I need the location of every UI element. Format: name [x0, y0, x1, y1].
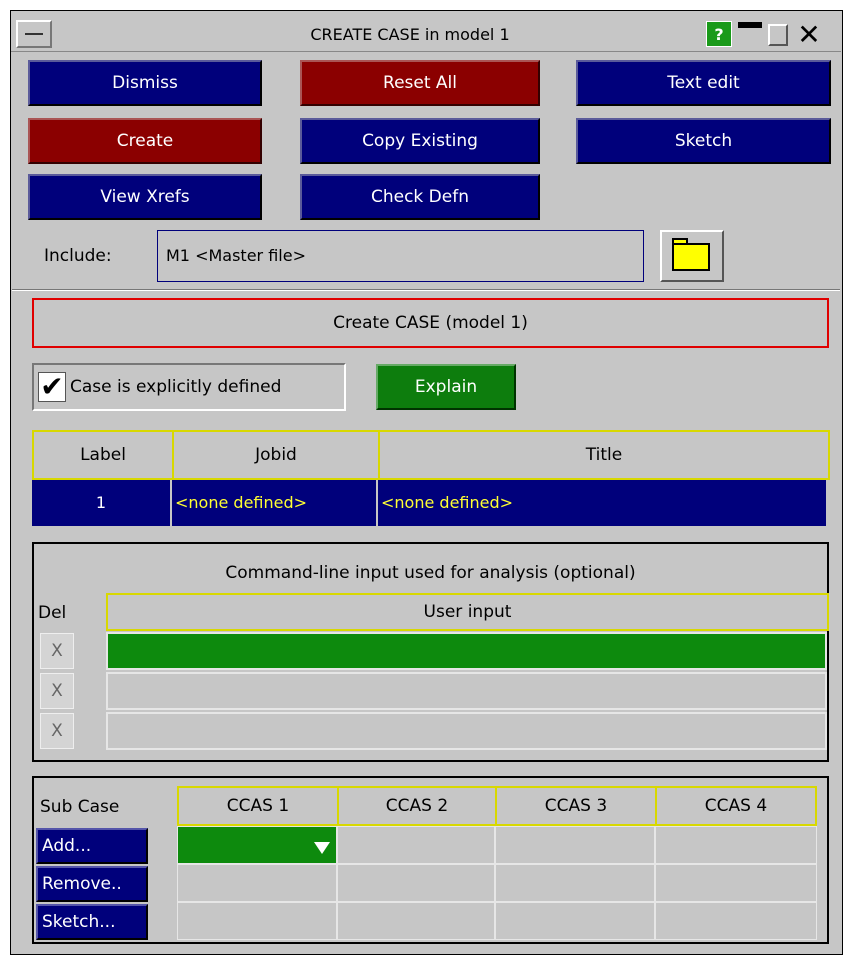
command-line-title: Command-line input used for analysis (op… [225, 563, 636, 583]
maximize-icon[interactable] [768, 24, 788, 46]
ccas-3-header: CCAS 3 [495, 786, 655, 826]
text-edit-button[interactable]: Text edit [576, 60, 831, 106]
include-field[interactable]: M1 <Master file> [157, 230, 644, 282]
jobid-column-header: Jobid [172, 430, 378, 480]
user-input-header: User input [106, 593, 829, 631]
ccas-2-cell-row-1[interactable] [337, 826, 495, 864]
dropdown-arrow-icon[interactable] [314, 842, 330, 854]
ccas-3-cell-row-1[interactable] [495, 826, 655, 864]
ccas-1-cell-row-2[interactable] [177, 864, 337, 902]
reset-all-button[interactable]: Reset All [300, 60, 540, 106]
copy-existing-button[interactable]: Copy Existing [300, 118, 540, 164]
user-input-row-3[interactable] [106, 712, 827, 750]
ccas-3-cell-row-3[interactable] [495, 902, 655, 940]
ccas-4-cell-row-1[interactable] [655, 826, 817, 864]
sub-case-label: Sub Case [40, 797, 120, 817]
ccas-3-cell-row-2[interactable] [495, 864, 655, 902]
case-title-cell[interactable]: <none defined> [378, 480, 826, 526]
ccas-4-cell-row-2[interactable] [655, 864, 817, 902]
sub-case-add-button[interactable]: Add... [36, 828, 148, 864]
folder-icon [672, 243, 710, 271]
del-header: Del [38, 603, 67, 623]
user-input-row-2[interactable] [106, 672, 827, 710]
system-menu-button[interactable] [16, 20, 52, 48]
title-column-header: Title [378, 430, 830, 480]
include-label: Include: [44, 246, 112, 266]
label-column-header: Label [32, 430, 172, 480]
case-jobid-cell[interactable]: <none defined> [172, 480, 378, 526]
sub-case-sketch-button[interactable]: Sketch... [36, 904, 148, 940]
ccas-1-cell-row-3[interactable] [177, 902, 337, 940]
case-label-cell[interactable]: 1 [32, 480, 172, 526]
ccas-4-header: CCAS 4 [655, 786, 817, 826]
create-case-heading: Create CASE (model 1) [32, 298, 829, 348]
dismiss-button[interactable]: Dismiss [28, 60, 262, 106]
minimize-icon[interactable] [738, 22, 762, 28]
explain-button[interactable]: Explain [376, 364, 516, 410]
close-icon[interactable]: ✕ [793, 18, 825, 52]
delete-row-2-button[interactable]: X [40, 673, 74, 709]
create-button[interactable]: Create [28, 118, 262, 164]
separator [12, 289, 840, 291]
ccas-1-cell-row-1[interactable] [177, 826, 337, 864]
window-title: CREATE CASE in model 1 [310, 25, 510, 44]
delete-row-1-button[interactable]: X [40, 633, 74, 669]
sub-case-remove-button[interactable]: Remove.. [36, 866, 148, 902]
help-icon[interactable]: ? [706, 21, 732, 47]
ccas-2-cell-row-2[interactable] [337, 864, 495, 902]
delete-row-3-button[interactable]: X [40, 713, 74, 749]
ccas-2-cell-row-3[interactable] [337, 902, 495, 940]
ccas-2-header: CCAS 2 [337, 786, 495, 826]
view-xrefs-button[interactable]: View Xrefs [28, 174, 262, 220]
explicit-checkbox[interactable]: ✔ [38, 372, 66, 402]
check-defn-button[interactable]: Check Defn [300, 174, 540, 220]
sketch-button[interactable]: Sketch [576, 118, 831, 164]
user-input-row-1[interactable] [106, 632, 827, 670]
explicit-checkbox-label[interactable]: Case is explicitly defined [70, 368, 340, 406]
ccas-1-header: CCAS 1 [177, 786, 337, 826]
ccas-4-cell-row-3[interactable] [655, 902, 817, 940]
